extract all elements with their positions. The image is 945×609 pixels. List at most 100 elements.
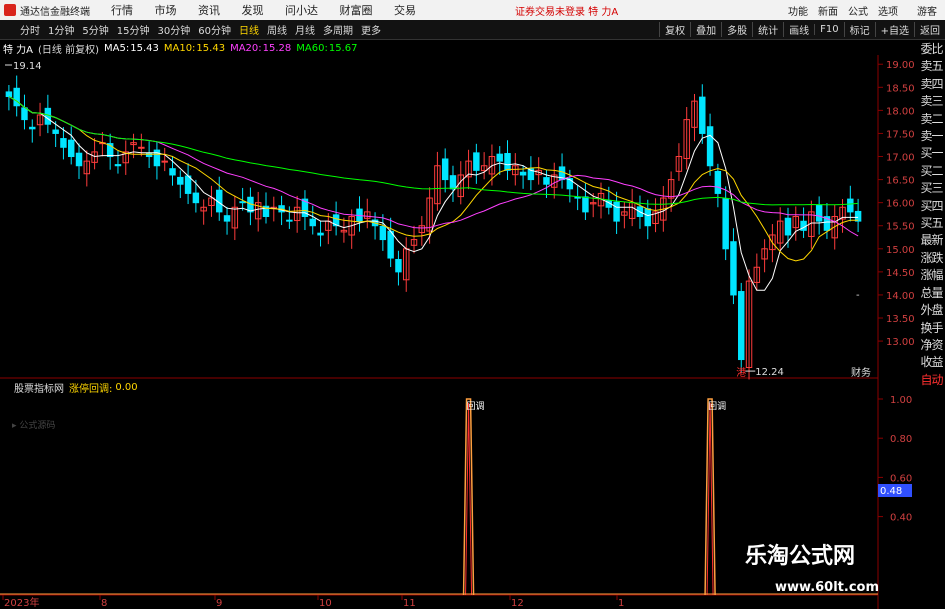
- side-item-17[interactable]: 净资: [918, 337, 945, 354]
- candle-body: [699, 96, 706, 134]
- side-item-14[interactable]: 总量: [918, 285, 945, 302]
- signal-label-1: 回调: [467, 401, 485, 412]
- candle-body: [441, 158, 449, 181]
- candle-body: [473, 152, 480, 171]
- low-mark-label: 港: [736, 367, 746, 379]
- side-item-1[interactable]: 卖五: [918, 58, 945, 75]
- candle-body: [815, 205, 823, 222]
- price-label: 16.50: [886, 176, 915, 187]
- side-item-19[interactable]: 自动: [918, 372, 945, 389]
- candle-body: [613, 201, 620, 222]
- time-label: 12: [511, 598, 524, 609]
- side-item-2[interactable]: 卖四: [918, 76, 945, 93]
- candle-body: [177, 176, 184, 185]
- indicator-value: 0.00: [115, 382, 138, 393]
- time-label: 2023年: [4, 596, 39, 609]
- price-label: 15.00: [886, 245, 915, 256]
- quote-side-panel: 委比 卖五 卖四 卖三 卖二 卖一 买一 买二 买三 买四 买五 最新 涨跌 涨幅 总量 外盘 换手 净资 收益 自动: [918, 41, 945, 389]
- candle-body: [75, 152, 83, 167]
- side-item-18[interactable]: 收益: [918, 354, 945, 371]
- candle-body: [192, 192, 200, 204]
- side-item-13[interactable]: 涨幅: [918, 267, 945, 284]
- side-item-5[interactable]: 卖一: [918, 128, 945, 145]
- candle-body: [504, 153, 511, 171]
- caiwu-label: 财务: [851, 366, 871, 379]
- candle-body: [52, 129, 59, 134]
- candle-body: [722, 198, 729, 250]
- candle-body: [706, 126, 714, 167]
- candle-body: [21, 107, 28, 121]
- ind-axis-label: 0.80: [890, 434, 912, 445]
- ind-axis-label: 1.00: [890, 395, 912, 406]
- price-label: 15.50: [886, 222, 915, 233]
- side-item-7[interactable]: 买二: [918, 163, 945, 180]
- time-label: 9: [216, 598, 222, 609]
- cursor-price-label: -: [856, 290, 860, 301]
- candle-body: [847, 198, 854, 213]
- time-label: 11: [403, 598, 416, 609]
- price-label: 17.50: [886, 129, 915, 140]
- indicator-bar: 股票指标网 涨停回调: 0.00: [0, 380, 138, 395]
- side-item-3[interactable]: 卖三: [918, 93, 945, 110]
- watermark-url: www.60lt.com: [775, 580, 880, 595]
- ind-cursor-label: 0.48: [880, 486, 902, 497]
- time-label: 10: [319, 598, 332, 609]
- price-label: 17.00: [886, 153, 915, 164]
- side-item-6[interactable]: 买一: [918, 145, 945, 162]
- candle-body: [730, 241, 737, 296]
- candle-body: [317, 232, 324, 236]
- ind-axis-label: 0.40: [890, 513, 912, 524]
- candle-body: [114, 164, 122, 167]
- candle-body: [854, 210, 862, 222]
- side-item-11[interactable]: 最新: [918, 232, 945, 249]
- candle-body: [379, 225, 387, 241]
- signal-label-2: 回调: [708, 401, 726, 412]
- candle-body: [784, 217, 792, 236]
- candle-body: [644, 208, 651, 227]
- price-label: 13.00: [886, 337, 915, 348]
- candle-body: [239, 201, 246, 204]
- candle-body: [67, 139, 75, 158]
- candle-body: [738, 291, 745, 361]
- side-item-15[interactable]: 外盘: [918, 302, 945, 319]
- price-label: 18.00: [886, 106, 915, 117]
- side-item-12[interactable]: 涨跌: [918, 250, 945, 267]
- ma20-line: [8, 96, 859, 237]
- price-label: 14.50: [886, 268, 915, 279]
- candle-body: [543, 177, 550, 185]
- side-item-16[interactable]: 换手: [918, 320, 945, 337]
- candle-body: [44, 107, 52, 125]
- side-item-10[interactable]: 买五: [918, 215, 945, 232]
- ind-axis-label: 0.60: [890, 473, 912, 484]
- side-item-8[interactable]: 买三: [918, 180, 945, 197]
- ma10-line: [8, 96, 859, 262]
- candle-body: [5, 91, 13, 98]
- low-price-label: 12.24: [755, 367, 784, 378]
- side-item-9[interactable]: 买四: [918, 198, 945, 215]
- candle-body: [714, 170, 722, 194]
- ma60-line: [8, 96, 859, 206]
- indicator-name[interactable]: 股票指标网: [14, 380, 64, 395]
- high-price-label: 19.14: [13, 61, 42, 72]
- candle-body: [582, 196, 589, 213]
- kline-chart[interactable]: 19.00 18.50 18.00 17.50 17.00 16.50 16.00 15.50…: [0, 0, 945, 609]
- time-label: 8: [101, 598, 107, 609]
- formula-source-label: ▸ 公式源码: [12, 419, 55, 431]
- candle-body: [138, 146, 145, 149]
- candle-body: [169, 168, 176, 176]
- candle-body: [519, 171, 527, 176]
- candle-body: [449, 175, 457, 190]
- candle-body: [184, 175, 192, 194]
- side-item-4[interactable]: 卖二: [918, 111, 945, 128]
- price-label: 16.00: [886, 199, 915, 210]
- side-item-0[interactable]: 委比: [918, 41, 945, 58]
- candle-body: [60, 138, 67, 148]
- candle-body: [286, 219, 293, 222]
- price-label: 14.00: [886, 291, 915, 302]
- price-label: 18.50: [886, 83, 915, 94]
- price-label: 19.00: [886, 60, 915, 71]
- candle-body: [29, 126, 36, 130]
- price-label: 13.50: [886, 314, 915, 325]
- candle-body: [223, 215, 231, 222]
- candle-body: [496, 153, 503, 162]
